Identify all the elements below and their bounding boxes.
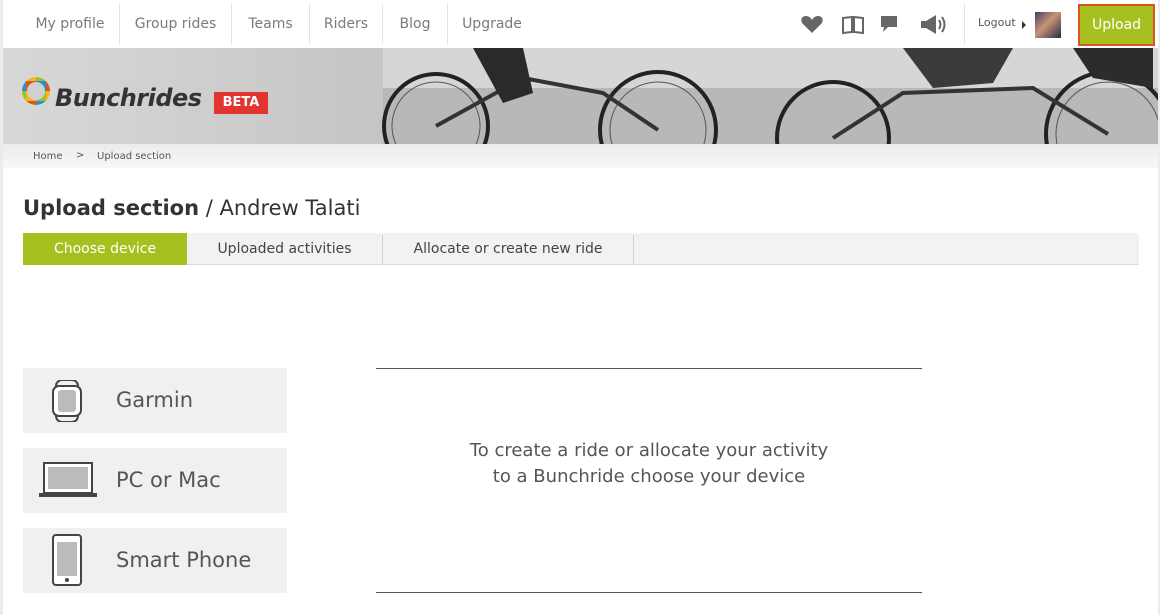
header-banner: Bunchrides BETA: [3, 48, 1158, 144]
speech-bubble-icon[interactable]: [877, 12, 903, 36]
smartphone-icon: [52, 534, 82, 586]
nav-divider: [964, 4, 965, 44]
breadcrumb-current: Upload section: [97, 151, 172, 162]
tab-choose-device[interactable]: Choose device: [23, 233, 187, 265]
heart-icon[interactable]: [799, 12, 825, 36]
top-navigation: My profile Group rides Teams Riders Blog…: [3, 0, 1158, 48]
upload-button[interactable]: Upload: [1078, 4, 1155, 46]
avatar[interactable]: [1035, 12, 1061, 38]
laptop-icon: [39, 462, 97, 497]
page-title-main: Upload section: [23, 196, 200, 220]
device-label: PC or Mac: [116, 468, 221, 492]
breadcrumb-separator: >: [76, 150, 85, 161]
breadcrumb-home[interactable]: Home: [33, 151, 63, 162]
instruction-message: To create a ride or allocate your activi…: [376, 438, 922, 490]
tab-uploaded-activities[interactable]: Uploaded activities: [187, 233, 382, 265]
nav-teams[interactable]: Teams: [232, 0, 309, 48]
site-logo[interactable]: Bunchrides: [55, 84, 202, 112]
megaphone-icon[interactable]: [919, 12, 951, 36]
page-title: Upload section / Andrew Talati: [23, 196, 360, 220]
instruction-line-1: To create a ride or allocate your activi…: [469, 440, 829, 461]
book-icon[interactable]: [840, 12, 866, 36]
nav-group-rides[interactable]: Group rides: [120, 0, 231, 48]
logout-link[interactable]: Logout: [978, 16, 1016, 29]
nav-riders[interactable]: Riders: [310, 0, 382, 48]
tab-bar: Choose device Uploaded activities Alloca…: [23, 233, 1139, 265]
page: My profile Group rides Teams Riders Blog…: [3, 0, 1158, 615]
instruction-line-2: to a Bunchride choose your device: [492, 466, 806, 487]
nav-my-profile[interactable]: My profile: [20, 0, 120, 48]
device-option-garmin[interactable]: Garmin: [23, 368, 287, 433]
tab-allocate-or-create-ride[interactable]: Allocate or create new ride: [383, 233, 633, 265]
breadcrumb: Home > Upload section: [3, 144, 1158, 168]
beta-badge: BETA: [214, 92, 268, 114]
page-title-separator: /: [199, 196, 220, 220]
device-option-pc-or-mac[interactable]: PC or Mac: [23, 448, 287, 513]
divider-top: [376, 368, 922, 369]
device-option-smart-phone[interactable]: Smart Phone: [23, 528, 287, 593]
garmin-watch-icon: [52, 380, 82, 422]
device-label: Garmin: [116, 388, 194, 412]
page-title-user: Andrew Talati: [219, 196, 361, 220]
divider-bottom: [376, 592, 922, 593]
logout-arrow-icon: [1022, 21, 1026, 29]
nav-upgrade[interactable]: Upgrade: [448, 0, 536, 48]
device-label: Smart Phone: [116, 548, 252, 572]
tab-divider: [633, 235, 634, 265]
nav-blog[interactable]: Blog: [383, 0, 447, 48]
bunchrides-logo-icon[interactable]: [22, 77, 50, 105]
